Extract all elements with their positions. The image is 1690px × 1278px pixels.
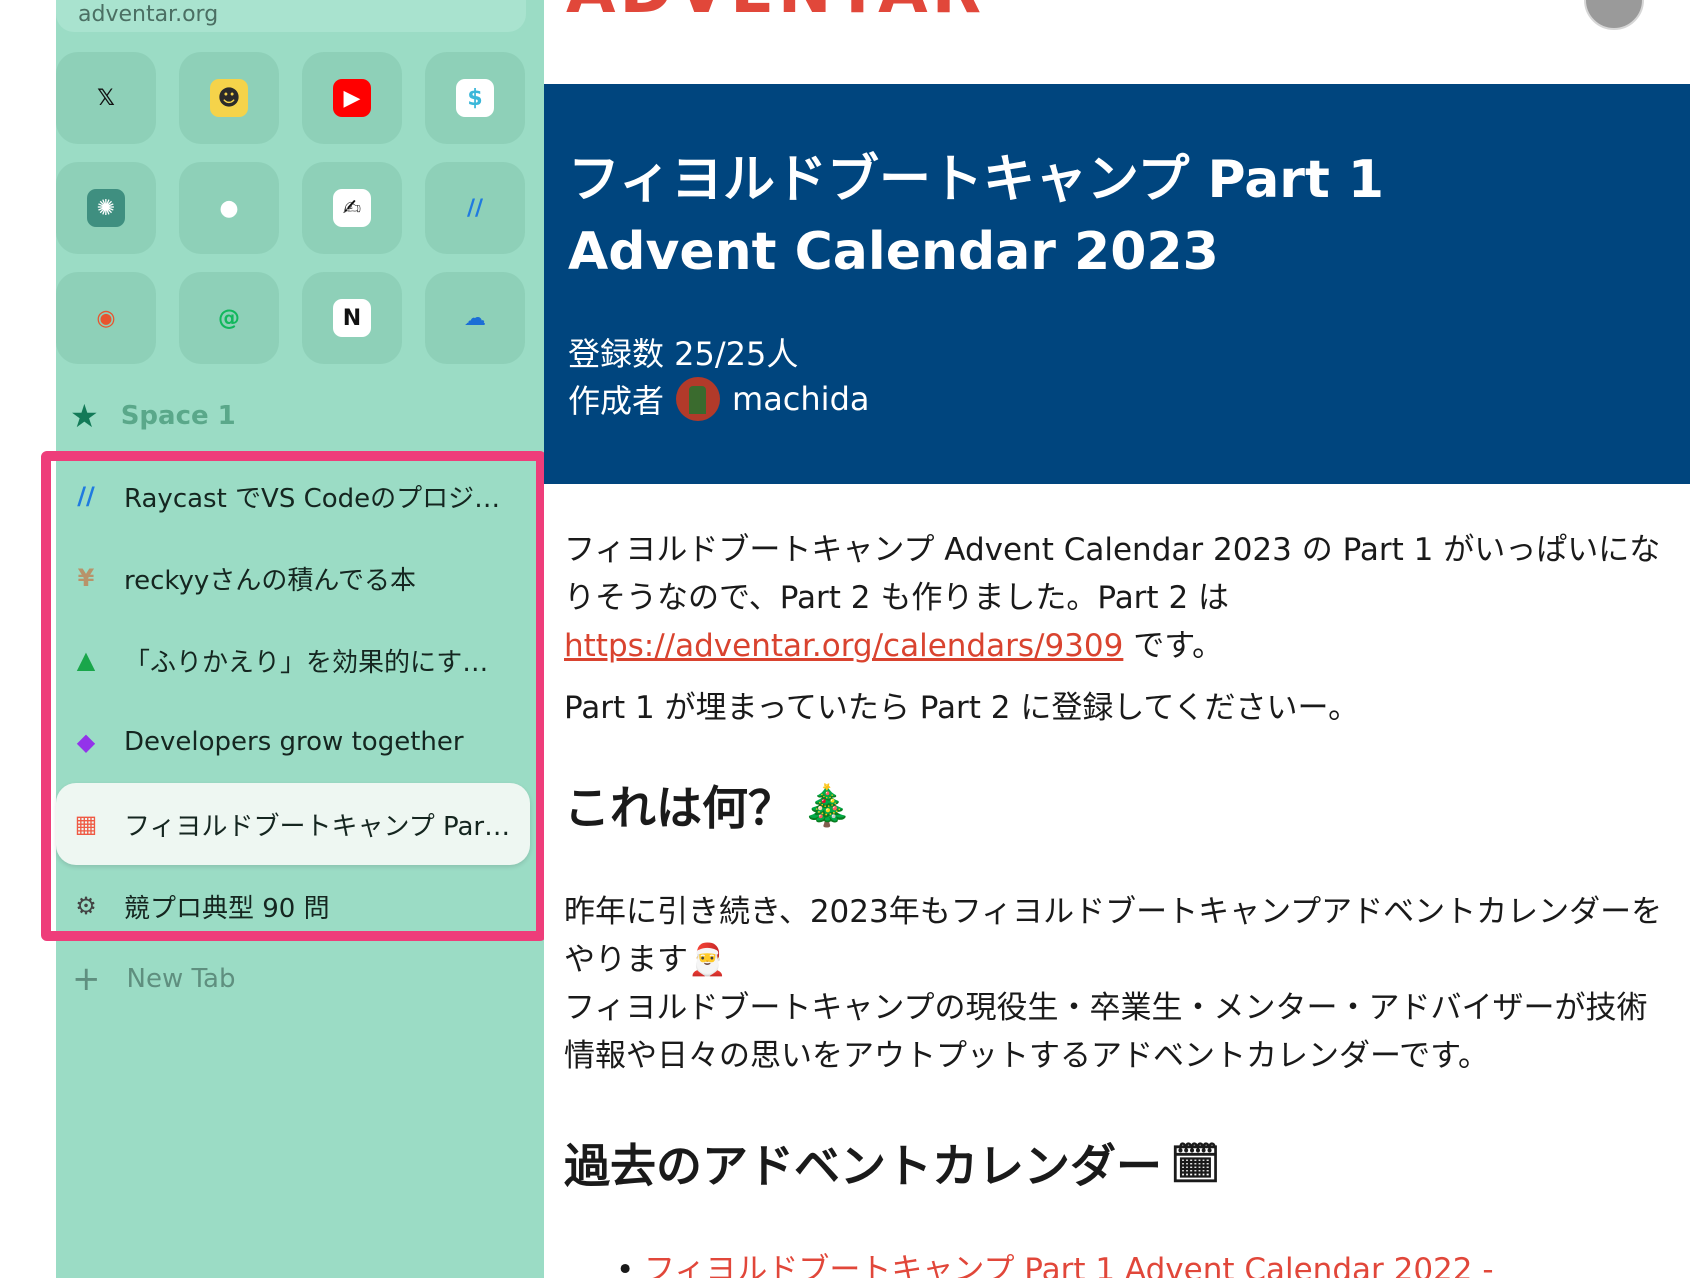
calendar-description: フィヨルドブートキャンプ Advent Calendar 2023 の Part… (564, 526, 1674, 1278)
tab-label: 競プロ典型 90 問 (124, 893, 330, 924)
sidebar-tab[interactable]: // Raycast でVS Codeのプロジ… (56, 455, 530, 537)
notion-icon: N (333, 299, 371, 337)
intro-paragraph-2: Part 1 が埋まっていたら Part 2 に登録してくださいー。 (564, 690, 1360, 726)
user-avatar[interactable] (1584, 0, 1644, 30)
registration-count: 登録数 25/25人 (568, 335, 799, 373)
dev-icon: ◆ (76, 728, 96, 756)
sidebar: adventar.org 𝕏 ☻ ▶ $ ✺ ● ✍ // ◉ @ N ☁ ★ Space 1 // R… (56, 0, 544, 1278)
intro-text: フィヨルドブートキャンプ Advent Calendar 2023 の Part… (564, 532, 1661, 616)
favorite-tile[interactable]: N (302, 272, 402, 364)
intro-paragraph: フィヨルドブートキャンプ Advent Calendar 2023 の Part… (564, 526, 1674, 670)
raycast-icon: // (466, 195, 484, 221)
yen-icon: ¥ (77, 564, 95, 592)
window-edge (0, 0, 56, 1278)
author-name[interactable]: machida (732, 380, 869, 418)
favorite-tile[interactable]: $ (425, 52, 525, 144)
tab-label: Raycast でVS Codeのプロジ… (124, 483, 501, 514)
christmas-tree-icon: 🎄 (802, 782, 852, 829)
chatgpt-icon: ✺ (87, 189, 125, 227)
favorite-tile[interactable]: ▶ (302, 52, 402, 144)
space-header[interactable]: ★ Space 1 (70, 400, 236, 432)
favorite-tile[interactable]: 𝕏 (56, 52, 156, 144)
tab-list: // Raycast でVS Codeのプロジ… ¥ reckyyさんの積んでる本 ▲ 「… (56, 455, 530, 947)
sidebar-tab[interactable]: ⚙ 競プロ典型 90 問 (56, 865, 530, 947)
favorite-tile[interactable]: ☁ (425, 272, 525, 364)
heading-past-text: 過去のアドベントカレンダー (564, 1139, 1162, 1193)
calendar-emoji-icon: 🗓 (1170, 1140, 1221, 1187)
favorite-tile[interactable]: ✺ (56, 162, 156, 254)
book-icon: ▲ (76, 646, 96, 674)
new-tab-label: New Tab (126, 964, 236, 994)
favorite-tile[interactable]: // (425, 162, 525, 254)
calendar-icon: ▦ (74, 810, 98, 838)
favorite-tile[interactable]: ◉ (56, 272, 156, 364)
part2-link[interactable]: https://adventar.org/calendars/9309 (564, 628, 1123, 664)
coin-icon: $ (456, 79, 494, 117)
heading-past: 過去のアドベントカレンダー 🗓 (564, 1130, 1674, 1196)
space-label: Space 1 (120, 401, 236, 431)
tab-label: フィヨルドブートキャンプ Par… (124, 811, 511, 842)
tab-label: reckyyさんの積んでる本 (124, 565, 417, 596)
cloud-icon: ☁ (464, 305, 486, 331)
atcoder-icon: ⚙ (75, 892, 97, 920)
sidebar-tab[interactable]: ▲ 「ふりかえり」を効果的にする… (56, 619, 530, 701)
tab-label: 「ふりかえり」を効果的にする… (124, 647, 512, 678)
x-icon: 𝕏 (97, 85, 115, 111)
youtube-icon: ▶ (333, 79, 371, 117)
favorites-grid: 𝕏 ☻ ▶ $ ✺ ● ✍ // ◉ @ N ☁ (56, 52, 530, 364)
heading-what: これは何？ 🎄 (564, 772, 1674, 838)
raycast-icon: // (77, 482, 95, 510)
heading-what-text: これは何？ (564, 781, 794, 835)
what-line-2: フィヨルドブートキャンプの現役生・卒業生・メンター・アドバイザーが技術情報や日々… (564, 990, 1648, 1074)
what-paragraph: 昨年に引き続き、2023年もフィヨルドブートキャンプアドベントカレンダーをやりま… (564, 888, 1674, 1080)
author-avatar[interactable] (676, 377, 721, 421)
author-row: 作成者 machida (568, 376, 869, 422)
sidebar-tab[interactable]: ◆ Developers grow together (56, 701, 530, 783)
past-calendar-link[interactable]: フィヨルドブートキャンプ Part 1 Advent Calendar 2022… (564, 1246, 1674, 1278)
new-tab-button[interactable]: + New Tab (72, 962, 236, 996)
url-bar[interactable]: adventar.org (56, 0, 526, 32)
site-logo[interactable]: ADVENTAR (566, 0, 985, 28)
draw-icon: ✍ (333, 189, 371, 227)
sushi-icon: ◉ (96, 305, 116, 331)
what-line-1: 昨年に引き続き、2023年もフィヨルドブートキャンプアドベントカレンダーをやりま… (564, 894, 1663, 978)
url-text: adventar.org (78, 2, 219, 27)
plus-icon: + (72, 959, 101, 999)
star-icon: ★ (70, 397, 99, 435)
sidebar-tab[interactable]: ▦ フィヨルドブートキャンプ Par… (56, 783, 530, 865)
santa-icon: 🎅 (688, 942, 727, 978)
intro-end: です。 (1123, 628, 1224, 664)
calendar-title: フィヨルドブートキャンプ Part 1 Advent Calendar 2023 (568, 150, 1385, 282)
author-label: 作成者 (568, 382, 665, 420)
favorite-tile[interactable]: ✍ (302, 162, 402, 254)
favorite-tile[interactable]: @ (179, 272, 279, 364)
favorite-tile[interactable]: ☻ (179, 52, 279, 144)
github-icon: ● (219, 195, 239, 221)
tab-label: Developers grow together (124, 727, 464, 757)
sidebar-tab[interactable]: ¥ reckyyさんの積んでる本 (56, 537, 530, 619)
favorite-tile[interactable]: ● (179, 162, 279, 254)
main-content: ADVENTAR フィヨルドブートキャンプ Part 1 Advent Cale… (544, 0, 1690, 1278)
calendar-banner: フィヨルドブートキャンプ Part 1 Advent Calendar 2023… (544, 84, 1690, 484)
at-icon: @ (218, 305, 240, 331)
viking-icon: ☻ (210, 79, 248, 117)
